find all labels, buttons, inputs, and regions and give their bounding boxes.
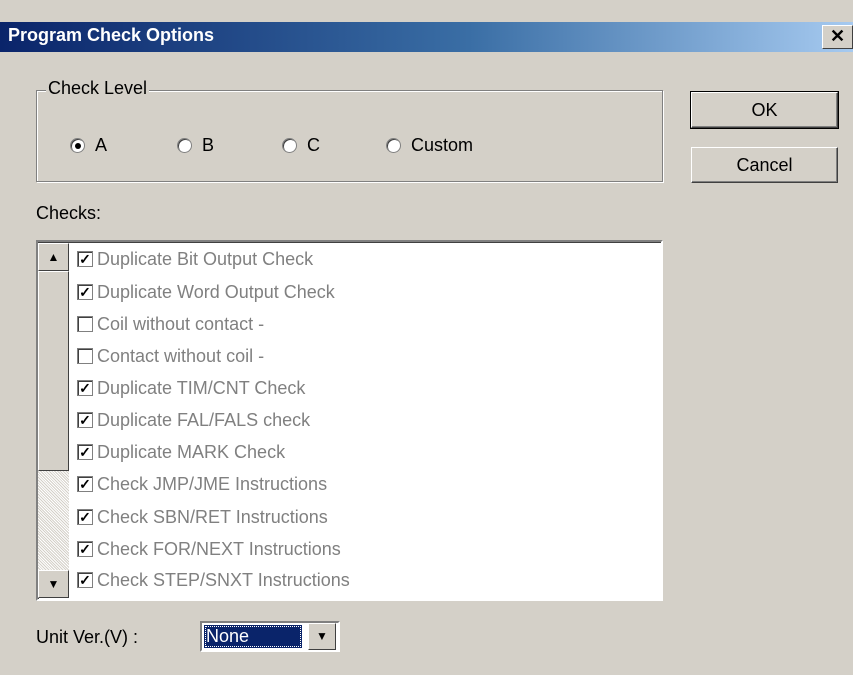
checks-scrollbar[interactable]: ▲ ▼ bbox=[38, 243, 69, 598]
check-level-group bbox=[36, 90, 663, 182]
check-item-sbn-ret[interactable]: ✓ Check SBN/RET Instructions bbox=[74, 502, 328, 532]
unit-version-dropdown[interactable]: None ▼ bbox=[200, 621, 340, 652]
radio-a-indicator[interactable] bbox=[70, 137, 85, 153]
check-item-checkbox[interactable]: ✓ bbox=[77, 572, 93, 588]
check-item-duplicate-tim-cnt[interactable]: ✓ Duplicate TIM/CNT Check bbox=[74, 373, 305, 403]
radio-level-custom[interactable]: Custom bbox=[386, 133, 473, 157]
radio-custom-indicator[interactable] bbox=[386, 137, 401, 153]
radio-c-indicator[interactable] bbox=[282, 137, 297, 153]
check-item-label: Check JMP/JME Instructions bbox=[97, 473, 328, 494]
radio-level-b[interactable]: B bbox=[177, 133, 214, 157]
check-item-checkbox[interactable]: ✓ bbox=[77, 284, 93, 300]
check-item-label: Duplicate FAL/FALS check bbox=[97, 409, 311, 430]
window-title: Program Check Options bbox=[8, 25, 215, 45]
check-item-label: Duplicate Word Output Check bbox=[97, 281, 335, 302]
check-item-checkbox[interactable] bbox=[77, 348, 93, 364]
scroll-up-icon: ▲ bbox=[47, 250, 60, 264]
close-button[interactable]: ✕ bbox=[822, 25, 853, 49]
radio-level-c[interactable]: C bbox=[282, 133, 320, 157]
check-item-duplicate-bit-output[interactable]: ✓ Duplicate Bit Output Check bbox=[74, 244, 313, 274]
chevron-down-icon: ▼ bbox=[316, 629, 328, 643]
check-item-checkbox[interactable]: ✓ bbox=[77, 541, 93, 557]
check-item-checkbox[interactable]: ✓ bbox=[77, 251, 93, 267]
check-item-jmp-jme[interactable]: ✓ Check JMP/JME Instructions bbox=[74, 469, 327, 499]
radio-b-label: B bbox=[202, 134, 215, 155]
dropdown-arrow-button[interactable]: ▼ bbox=[308, 623, 336, 650]
check-item-checkbox[interactable]: ✓ bbox=[77, 476, 93, 492]
radio-custom-label: Custom bbox=[411, 134, 474, 155]
scroll-down-button[interactable]: ▼ bbox=[38, 570, 69, 598]
check-level-legend: Check Level bbox=[46, 78, 150, 99]
check-item-checkbox[interactable]: ✓ bbox=[77, 509, 93, 525]
check-item-label: Check STEP/SNXT Instructions bbox=[97, 569, 350, 590]
check-item-label: Duplicate TIM/CNT Check bbox=[97, 377, 306, 398]
program-check-options-dialog: Program Check Options ✕ Check Level A B … bbox=[0, 0, 853, 675]
checks-label: Checks: bbox=[36, 203, 102, 223]
check-item-duplicate-fal-fals[interactable]: ✓ Duplicate FAL/FALS check bbox=[74, 405, 310, 435]
check-item-label: Duplicate Bit Output Check bbox=[97, 248, 314, 269]
check-item-step-snxt[interactable]: ✓ Check STEP/SNXT Instructions bbox=[74, 565, 350, 595]
check-item-label: Contact without coil - bbox=[97, 345, 265, 366]
check-item-duplicate-mark[interactable]: ✓ Duplicate MARK Check bbox=[74, 437, 285, 467]
cancel-button[interactable]: Cancel bbox=[691, 147, 838, 183]
check-item-coil-without-contact[interactable]: Coil without contact - bbox=[74, 309, 264, 339]
radio-b-indicator[interactable] bbox=[177, 137, 192, 153]
radio-a-label: A bbox=[95, 134, 108, 155]
check-item-for-next[interactable]: ✓ Check FOR/NEXT Instructions bbox=[74, 534, 341, 564]
check-item-label: Coil without contact - bbox=[97, 313, 265, 334]
ok-button[interactable]: OK bbox=[690, 91, 839, 129]
check-item-checkbox[interactable]: ✓ bbox=[77, 444, 93, 460]
check-item-label: Check SBN/RET Instructions bbox=[97, 506, 328, 527]
radio-level-a[interactable]: A bbox=[70, 133, 107, 157]
scroll-up-button[interactable]: ▲ bbox=[38, 243, 69, 271]
check-item-label: Duplicate MARK Check bbox=[97, 441, 286, 462]
check-item-duplicate-word-output[interactable]: ✓ Duplicate Word Output Check bbox=[74, 277, 335, 307]
title-bar[interactable]: Program Check Options ✕ bbox=[0, 22, 853, 52]
close-icon: ✕ bbox=[829, 26, 846, 46]
check-item-checkbox[interactable] bbox=[77, 316, 93, 332]
scroll-thumb[interactable] bbox=[38, 271, 69, 471]
scroll-down-icon: ▼ bbox=[47, 577, 60, 591]
check-item-label: Check FOR/NEXT Instructions bbox=[97, 538, 341, 559]
check-item-checkbox[interactable]: ✓ bbox=[77, 380, 93, 396]
unit-version-value[interactable]: None bbox=[204, 625, 302, 648]
radio-c-label: C bbox=[307, 134, 320, 155]
unit-version-label: Unit Ver.(V) : bbox=[36, 627, 139, 647]
check-item-checkbox[interactable]: ✓ bbox=[77, 412, 93, 428]
check-item-contact-without-coil[interactable]: Contact without coil - bbox=[74, 341, 264, 371]
